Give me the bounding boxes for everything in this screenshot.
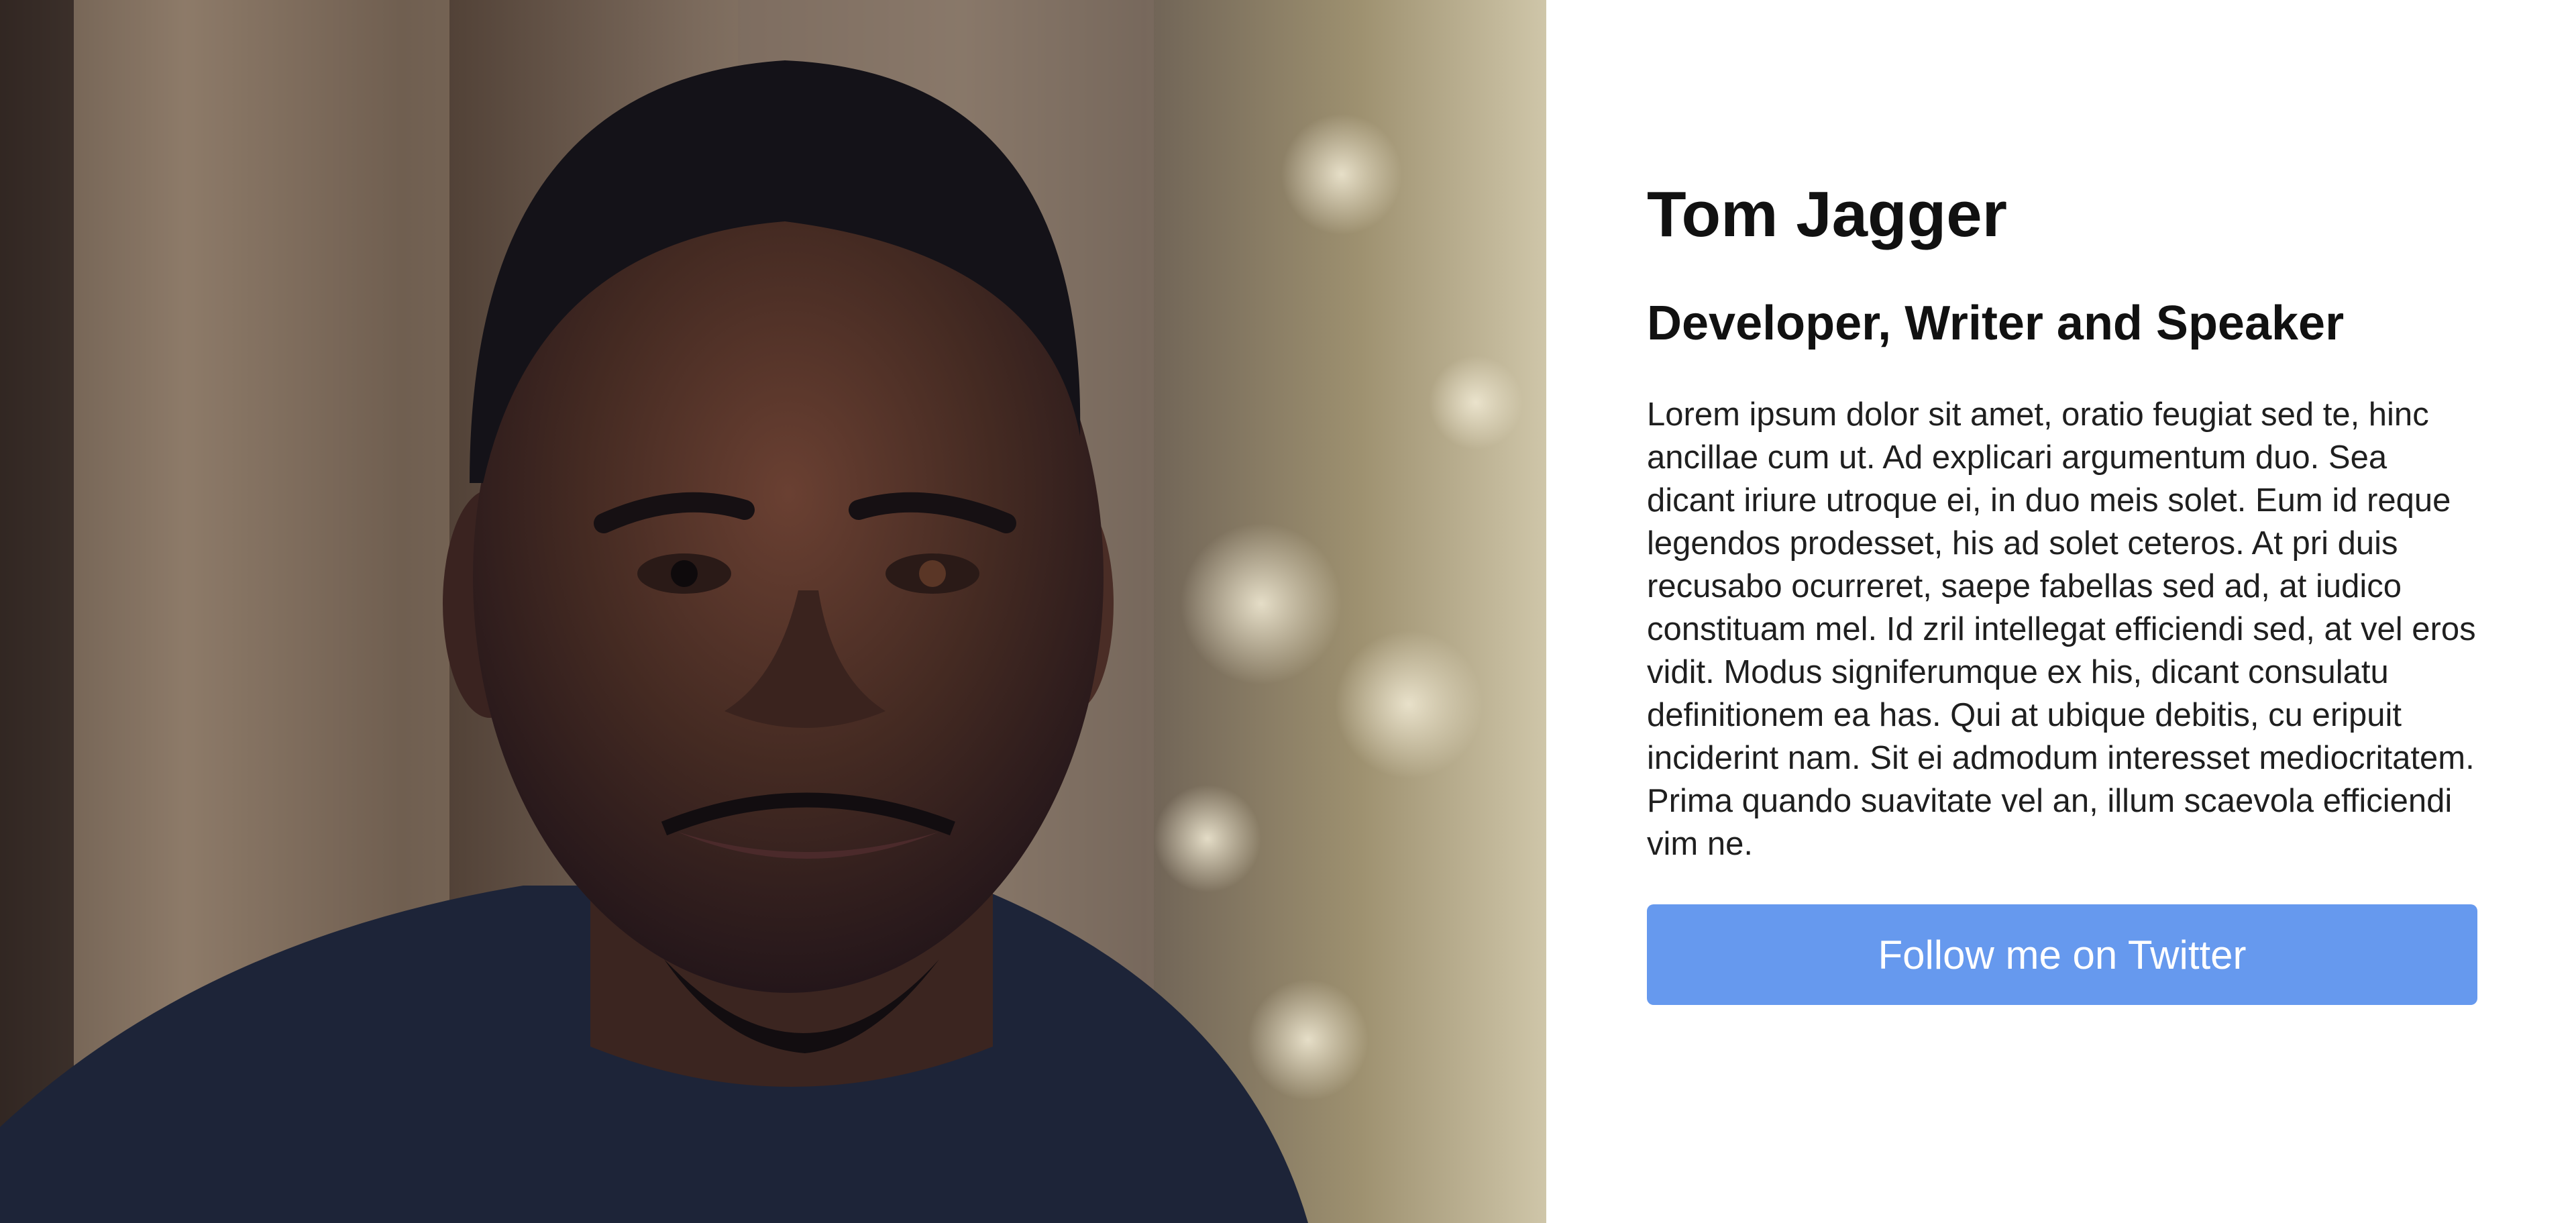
profile-page: Tom Jagger Developer, Writer and Speaker… (0, 0, 2576, 1223)
follow-twitter-button[interactable]: Follow me on Twitter (1647, 904, 2477, 1005)
profile-headline: Developer, Writer and Speaker (1647, 297, 2345, 350)
profile-card: Tom Jagger Developer, Writer and Speaker… (1647, 174, 2479, 1005)
portrait-illustration (0, 0, 1523, 1223)
profile-name: Tom Jagger (1647, 178, 2007, 250)
profile-content: Tom Jagger Developer, Writer and Speaker… (1546, 0, 2576, 1223)
profile-photo (0, 0, 1546, 1223)
profile-bio: Lorem ipsum dolor sit amet, oratio feugi… (1647, 396, 2476, 862)
